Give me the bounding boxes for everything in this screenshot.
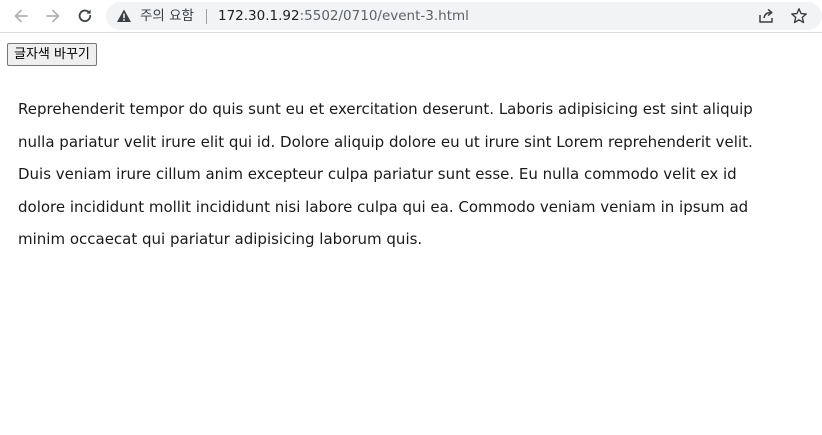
url-host: 172.30.1.92 bbox=[218, 8, 300, 24]
address-divider bbox=[206, 9, 207, 24]
address-bar[interactable]: 주의 요함 172.30.1.92:5502/0710/event-3.html bbox=[106, 2, 822, 30]
reload-button[interactable] bbox=[72, 4, 98, 28]
body-paragraph: Reprehenderit tempor do quis sunt eu et … bbox=[18, 100, 753, 248]
back-arrow-icon bbox=[14, 9, 28, 23]
back-button[interactable] bbox=[8, 4, 34, 28]
url-path: :5502/0710/event-3.html bbox=[299, 8, 469, 24]
star-icon[interactable] bbox=[790, 7, 808, 25]
browser-toolbar: 주의 요함 172.30.1.92:5502/0710/event-3.html bbox=[0, 0, 822, 33]
forward-arrow-icon bbox=[46, 9, 60, 23]
share-icon[interactable] bbox=[758, 8, 776, 24]
reload-icon bbox=[78, 9, 92, 22]
forward-button[interactable] bbox=[40, 4, 66, 28]
url-text[interactable]: 172.30.1.92:5502/0710/event-3.html bbox=[218, 7, 469, 25]
page-content: 글자색 바꾸기 Reprehenderit tempor do quis sun… bbox=[0, 34, 822, 435]
change-text-color-button[interactable]: 글자색 바꾸기 bbox=[7, 43, 97, 66]
warning-icon[interactable] bbox=[116, 8, 132, 24]
security-warning-label[interactable]: 주의 요함 bbox=[140, 7, 194, 25]
